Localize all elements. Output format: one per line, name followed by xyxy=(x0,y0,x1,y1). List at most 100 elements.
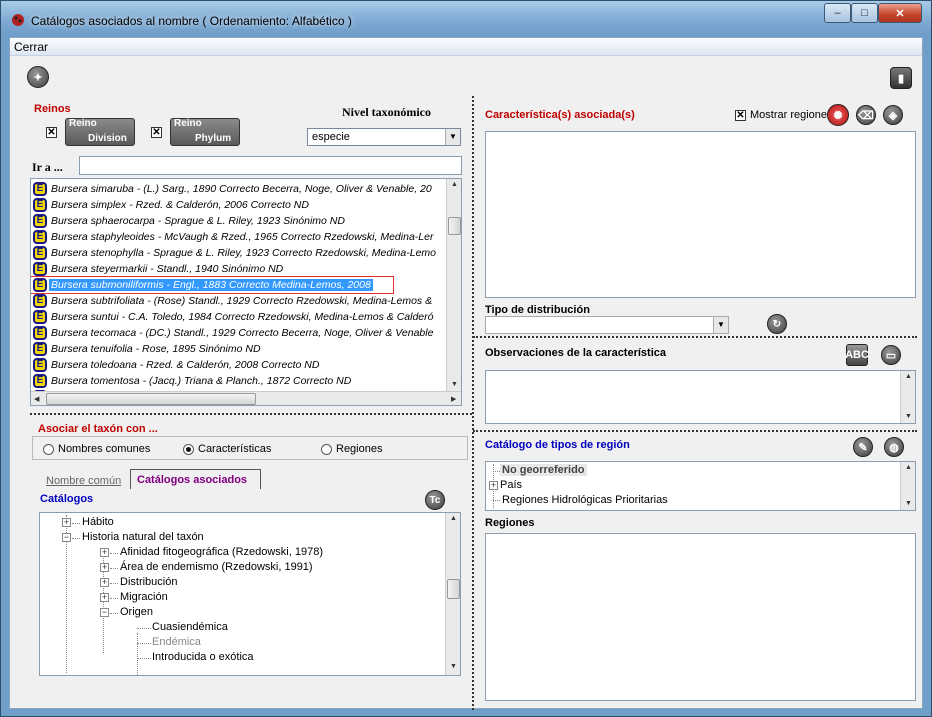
exit-door-icon[interactable]: ▮ xyxy=(890,67,912,89)
species-list-item-label: Bursera suntui - C.A. Toledo, 1984 Corre… xyxy=(51,311,434,323)
show-regions-label: Mostrar regiones xyxy=(750,109,833,121)
expand-plus-icon[interactable]: + xyxy=(100,563,109,572)
tab-catalogs[interactable]: Catálogos asociados xyxy=(130,469,261,489)
tree-line xyxy=(110,568,118,569)
chevron-up-icon: ▲ xyxy=(905,373,912,380)
species-list-item[interactable]: E Bursera suntui - C.A. Toledo, 1984 Corr… xyxy=(31,309,453,325)
species-hscroll-thumb[interactable] xyxy=(46,393,256,405)
distribution-label: Tipo de distribución xyxy=(485,304,590,316)
species-list-item[interactable]: E Bursera stenophylla - Sprague & L. Rile… xyxy=(31,245,453,261)
species-list-item-label: Bursera staphyleoides - McVaugh & Rzed.,… xyxy=(51,231,434,243)
window-title: Catálogos asociados al nombre ( Ordenami… xyxy=(31,14,352,28)
division-checkbox[interactable]: ✕ xyxy=(46,127,57,138)
phylum-checkbox[interactable]: ✕ xyxy=(151,127,162,138)
species-list[interactable]: E Bursera simaruba - (L.) Sarg., 1890 Cor… xyxy=(30,178,462,406)
species-e-icon: E xyxy=(33,374,47,388)
catalog-tree-node[interactable]: Afinidad fitogeográfica (Rzedowski, 1978… xyxy=(120,546,323,558)
observations-scrollbar[interactable]: ▲ ▼ xyxy=(900,371,915,423)
species-e-icon: E xyxy=(33,198,47,212)
kingdom-phylum-button[interactable]: Reino Phylum xyxy=(170,118,240,146)
kingdom-division-button[interactable]: Reino Division xyxy=(65,118,135,146)
radio-regions-label: Regiones xyxy=(336,443,383,455)
division-btn-top: Reino xyxy=(69,118,97,129)
species-list-item[interactable]: E Bursera submoniliformis - Engl., 1883 C… xyxy=(31,276,394,294)
species-list-item[interactable]: E Bursera sphaerocarpa - Sprague & L. Ril… xyxy=(31,213,453,229)
region-item-country[interactable]: País xyxy=(500,479,522,491)
collapse-minus-icon[interactable]: − xyxy=(62,533,71,542)
region-catalog-scrollbar[interactable]: ▲ ▼ xyxy=(900,462,915,510)
expand-plus-icon[interactable]: + xyxy=(100,578,109,587)
species-list-item[interactable]: E Bursera simplex - Rzed. & Calderón, 200… xyxy=(31,197,453,213)
species-list-item[interactable]: E Bursera subtrifoliata - (Rose) Standl.,… xyxy=(31,293,453,309)
tree-line xyxy=(493,471,500,472)
show-regions-checkbox[interactable]: ✕ xyxy=(735,110,746,121)
regions-box[interactable] xyxy=(485,533,916,701)
layers-icon[interactable]: ◈ xyxy=(883,105,903,125)
region-item-hydro[interactable]: Regiones Hidrológicas Prioritarias xyxy=(502,494,668,506)
collapse-minus-icon[interactable]: − xyxy=(100,608,109,617)
refresh-icon[interactable]: ↻ xyxy=(767,314,787,334)
tree-line xyxy=(137,643,151,644)
title-bar[interactable]: Catálogos asociados al nombre ( Ordenami… xyxy=(1,1,931,37)
expand-plus-icon[interactable]: + xyxy=(100,548,109,557)
species-list-vscroll[interactable]: ▲ ▼ xyxy=(446,179,461,391)
radio-common-names[interactable] xyxy=(43,444,54,455)
species-list-item-label: Bursera sphaerocarpa - Sprague & L. Rile… xyxy=(51,215,345,227)
catalog-tree-node[interactable]: Área de endemismo (Rzedowski, 1991) xyxy=(120,561,313,573)
tab-common-name[interactable]: Nombre común xyxy=(46,475,121,487)
region-catalog-tree[interactable]: No georreferido + País Regiones Hidrológ… xyxy=(485,461,916,511)
catalog-tree-node[interactable]: Migración xyxy=(120,591,168,603)
region-item-no-geo[interactable]: No georreferido xyxy=(500,464,587,476)
species-list-item[interactable]: E Bursera tenuifolia - Rose, 1895 Sinónim… xyxy=(31,341,453,357)
distribution-select[interactable]: ▼ xyxy=(485,316,729,334)
catalogs-scroll-thumb[interactable] xyxy=(447,579,460,599)
species-list-hscroll[interactable]: ◀ ▶ xyxy=(31,391,461,405)
maximize-button[interactable]: □ xyxy=(851,3,878,23)
compass-icon[interactable]: ✦ xyxy=(27,66,49,88)
characteristics-box[interactable] xyxy=(485,131,916,298)
radio-regions[interactable] xyxy=(321,444,332,455)
eraser-icon[interactable]: ⌫ xyxy=(856,105,876,125)
expand-plus-icon[interactable]: + xyxy=(489,481,498,490)
species-list-item-label: Bursera subtrifoliata - (Rose) Standl., … xyxy=(51,295,433,307)
globe-icon[interactable]: ◍ xyxy=(884,437,904,457)
taxonomic-level-select[interactable]: especie ▼ xyxy=(307,128,461,146)
map-region-icon[interactable]: ✺ xyxy=(827,104,849,126)
species-list-item[interactable]: E Bursera toledoana - Rzed. & Calderón, 2… xyxy=(31,357,453,373)
abc-spell-icon[interactable]: ABC xyxy=(845,344,869,366)
tc-icon[interactable]: Tc xyxy=(425,490,445,510)
menu-close[interactable]: Cerrar xyxy=(14,40,48,54)
expand-plus-icon[interactable]: + xyxy=(62,518,71,527)
chevron-left-icon: ◀ xyxy=(34,396,40,403)
catalogs-tree-scrollbar[interactable]: ▲ ▼ xyxy=(445,513,460,675)
species-vscroll-thumb[interactable] xyxy=(448,217,461,235)
radio-characteristics[interactable] xyxy=(183,444,194,455)
catalog-tree-node[interactable]: Historia natural del taxón xyxy=(82,531,204,543)
radio-characteristics-label: Características xyxy=(198,443,272,455)
observations-box[interactable]: ▲ ▼ xyxy=(485,370,916,424)
catalog-tree-node[interactable]: Introducida o exótica xyxy=(152,651,254,663)
chevron-up-icon: ▲ xyxy=(905,464,912,471)
edit-hand-icon[interactable]: ✎ xyxy=(853,437,873,457)
expand-plus-icon[interactable]: + xyxy=(100,593,109,602)
catalog-tree-node[interactable]: Cuasiendémica xyxy=(152,621,228,633)
species-list-item[interactable]: E Bursera staphyleoides - McVaugh & Rzed.… xyxy=(31,229,453,245)
tree-line xyxy=(110,598,118,599)
catalog-tree-node[interactable]: Endémica xyxy=(152,636,201,648)
close-window-button[interactable]: ✕ xyxy=(878,3,922,23)
catalog-tree-node[interactable]: Origen xyxy=(120,606,153,618)
species-list-item[interactable]: E Bursera tomentosa - (Jacq.) Triana & Pl… xyxy=(31,373,453,389)
goto-input[interactable] xyxy=(79,156,462,175)
catalogs-tree[interactable]: + Hábito − Historia natural del taxón + Afini… xyxy=(39,512,461,676)
species-e-icon: E xyxy=(33,214,47,228)
catalog-tree-node[interactable]: Hábito xyxy=(82,516,114,528)
catalog-tree-node[interactable]: Distribución xyxy=(120,576,177,588)
species-list-item[interactable]: E Bursera steyermarkii - Standl., 1940 Si… xyxy=(31,261,453,277)
species-list-item[interactable]: E Bursera tecomaca - (DC.) Standl., 1929 … xyxy=(31,325,453,341)
tree-line xyxy=(110,583,118,584)
save-icon[interactable]: ▭ xyxy=(881,345,901,365)
species-e-icon: E xyxy=(33,310,47,324)
chevron-down-icon: ▼ xyxy=(905,500,912,507)
species-list-item[interactable]: E Bursera simaruba - (L.) Sarg., 1890 Cor… xyxy=(31,181,453,197)
minimize-button[interactable]: – xyxy=(824,3,851,23)
